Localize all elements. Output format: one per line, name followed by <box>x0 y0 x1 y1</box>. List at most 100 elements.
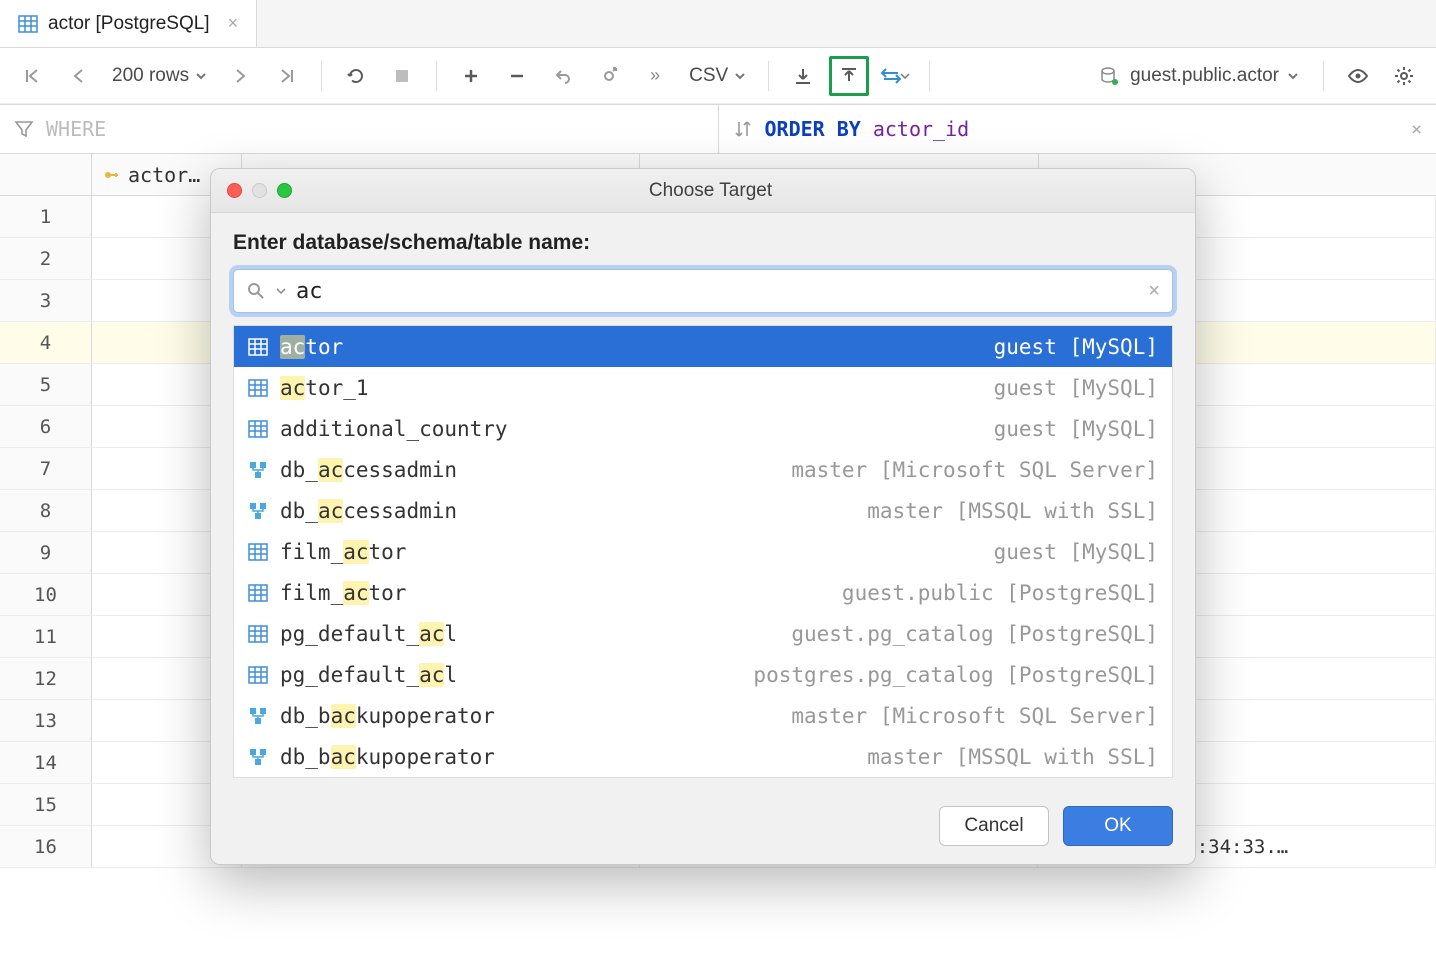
dialog-buttons: Cancel OK <box>211 788 1195 864</box>
orderby-filter[interactable]: ORDER BY actor_id × <box>719 105 1436 153</box>
result-name: film_actor <box>280 540 982 564</box>
chevron-down-icon <box>734 70 746 82</box>
cancel-button[interactable]: Cancel <box>939 806 1049 846</box>
result-name: actor <box>280 335 982 359</box>
import-button[interactable] <box>783 56 823 96</box>
table-icon <box>248 542 268 562</box>
schema-icon <box>248 460 268 480</box>
search-field[interactable]: × <box>233 269 1173 313</box>
prev-page-button[interactable] <box>58 56 98 96</box>
result-item[interactable]: additional_countryguest [MySQL] <box>234 408 1172 449</box>
editor-tab[interactable]: actor [PostgreSQL] × <box>0 0 257 47</box>
result-item[interactable]: film_actorguest.public [PostgreSQL] <box>234 572 1172 613</box>
table-icon <box>248 419 268 439</box>
ok-button[interactable]: OK <box>1063 806 1173 846</box>
close-icon[interactable]: × <box>228 13 239 34</box>
result-item[interactable]: db_accessadmin master [MSSQL with SSL] <box>234 490 1172 531</box>
result-item[interactable]: db_accessadmin master [Microsoft SQL Serv… <box>234 449 1172 490</box>
add-row-button[interactable] <box>451 56 491 96</box>
export-button[interactable] <box>829 56 869 96</box>
table-icon <box>248 378 268 398</box>
table-icon <box>248 665 268 685</box>
result-name: pg_default_acl <box>280 622 779 646</box>
result-detail: guest.pg_catalog [PostgreSQL] <box>791 622 1158 646</box>
row-number[interactable]: 7 <box>0 448 92 489</box>
row-number[interactable]: 12 <box>0 658 92 699</box>
row-number[interactable]: 14 <box>0 742 92 783</box>
compare-button[interactable] <box>875 56 915 96</box>
result-detail: guest [MySQL] <box>994 376 1158 400</box>
row-number[interactable]: 10 <box>0 574 92 615</box>
result-name: pg_default_acl <box>280 663 741 687</box>
result-name: db_backupoperator <box>280 745 855 769</box>
row-number[interactable]: 1 <box>0 196 92 237</box>
row-number[interactable]: 16 <box>0 826 92 867</box>
table-icon <box>248 583 268 603</box>
view-button[interactable] <box>1338 56 1378 96</box>
dialog-prompt: Enter database/schema/table name: <box>233 231 1173 255</box>
row-number[interactable]: 2 <box>0 238 92 279</box>
next-page-button[interactable] <box>221 56 261 96</box>
stop-button[interactable] <box>382 56 422 96</box>
filter-row: WHERE ORDER BY actor_id × <box>0 104 1436 154</box>
clear-icon[interactable]: × <box>1411 119 1422 140</box>
rows-dropdown[interactable]: 200 rows <box>104 56 215 96</box>
result-detail: master [MSSQL with SSL] <box>867 499 1158 523</box>
result-item[interactable]: film_actorguest [MySQL] <box>234 531 1172 572</box>
where-placeholder: WHERE <box>46 117 106 141</box>
schema-icon <box>248 747 268 767</box>
table-icon <box>248 624 268 644</box>
export-format-dropdown[interactable]: CSV <box>681 56 754 96</box>
dialog-titlebar[interactable]: Choose Target <box>211 169 1195 213</box>
revert-button[interactable] <box>543 56 583 96</box>
result-name: db_accessadmin <box>280 458 779 482</box>
orderby-keyword: ORDER BY <box>765 117 861 141</box>
settings-button[interactable] <box>1384 56 1424 96</box>
last-page-button[interactable] <box>267 56 307 96</box>
result-name: film_actor <box>280 581 830 605</box>
chevron-down-icon <box>195 70 207 82</box>
result-item[interactable]: actor_1 guest [MySQL] <box>234 367 1172 408</box>
dialog-title: Choose Target <box>242 180 1179 202</box>
schema-path-dropdown[interactable]: guest.public.actor <box>1090 65 1309 87</box>
result-name: db_accessadmin <box>280 499 855 523</box>
result-item[interactable]: actor guest [MySQL] <box>234 326 1172 367</box>
reload-button[interactable] <box>336 56 376 96</box>
more-button[interactable]: » <box>635 56 675 96</box>
row-number[interactable]: 9 <box>0 532 92 573</box>
row-number[interactable]: 11 <box>0 616 92 657</box>
sort-icon <box>733 119 753 139</box>
row-number[interactable]: 3 <box>0 280 92 321</box>
close-window-icon[interactable] <box>227 183 242 198</box>
row-number[interactable]: 6 <box>0 406 92 447</box>
toolbar: 200 rows » CSV guest.public.actor <box>0 48 1436 104</box>
commit-button[interactable] <box>589 56 629 96</box>
table-icon <box>248 337 268 357</box>
clear-icon[interactable]: × <box>1148 280 1160 303</box>
chevron-down-icon[interactable] <box>276 286 286 296</box>
table-icon <box>18 14 38 34</box>
row-number[interactable]: 8 <box>0 490 92 531</box>
remove-row-button[interactable] <box>497 56 537 96</box>
chevron-down-icon <box>900 71 910 81</box>
result-detail: master [Microsoft SQL Server] <box>791 458 1158 482</box>
schema-icon <box>248 501 268 521</box>
where-filter[interactable]: WHERE <box>0 105 719 153</box>
result-detail: guest [MySQL] <box>994 335 1158 359</box>
first-page-button[interactable] <box>12 56 52 96</box>
result-detail: postgres.pg_catalog [PostgreSQL] <box>753 663 1158 687</box>
chevron-down-icon <box>1287 70 1299 82</box>
key-icon <box>102 166 120 184</box>
orderby-column: actor_id <box>873 117 969 141</box>
result-item[interactable]: db_backupoperatormaster [MSSQL with SSL] <box>234 736 1172 777</box>
result-item[interactable]: db_backupoperatormaster [Microsoft SQL S… <box>234 695 1172 736</box>
row-number[interactable]: 15 <box>0 784 92 825</box>
row-number[interactable]: 5 <box>0 364 92 405</box>
row-number[interactable]: 13 <box>0 700 92 741</box>
search-input[interactable] <box>296 279 1138 304</box>
result-item[interactable]: pg_default_acl guest.pg_catalog [PostgreS… <box>234 613 1172 654</box>
row-number[interactable]: 4 <box>0 322 92 363</box>
search-icon <box>246 281 266 301</box>
result-name: actor_1 <box>280 376 982 400</box>
result-item[interactable]: pg_default_acl postgres.pg_catalog [Postg… <box>234 654 1172 695</box>
